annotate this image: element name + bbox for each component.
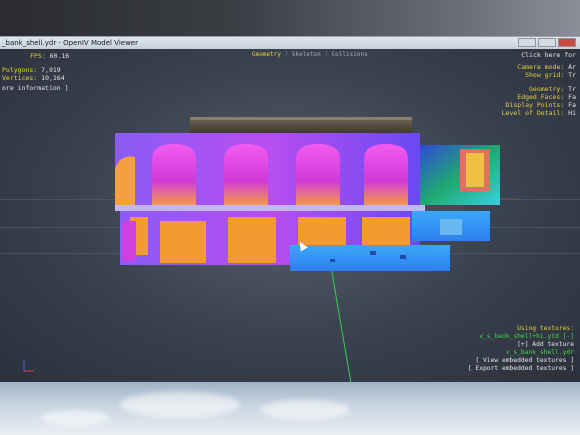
tab-geometry[interactable]: Geometry bbox=[252, 51, 281, 58]
textures-panel: Using textures: v_s_bank_shell+hi.ytd [-… bbox=[468, 325, 574, 373]
3d-viewport[interactable]: Geometry | Skeleton | Collisions FPS: 60… bbox=[0, 49, 580, 389]
axis-gizmo-icon bbox=[22, 359, 36, 375]
export-embedded-textures-button[interactable]: [ Export embedded textures ] bbox=[468, 365, 574, 373]
desktop-wallpaper bbox=[0, 382, 580, 435]
window-title: _bank_shell.ydr - OpenIV Model Viewer bbox=[2, 39, 138, 47]
fps-readout: FPS: 60.16 bbox=[30, 52, 70, 60]
minimize-button[interactable] bbox=[518, 38, 536, 47]
vertex-count: Vertices: 10,164 bbox=[2, 74, 65, 82]
display-points-setting: Display Points: Fa bbox=[505, 101, 576, 109]
monitor-bezel bbox=[0, 0, 580, 38]
camera-mode: Camera mode: Ar bbox=[517, 63, 576, 71]
texture-dictionary-item[interactable]: v_s_bank_shell+hi.ytd [-] bbox=[468, 333, 574, 341]
model-viewer-window: _bank_shell.ydr - OpenIV Model Viewer Ge… bbox=[0, 36, 580, 389]
level-of-detail-setting: Level of Detail: Hi bbox=[501, 109, 576, 117]
view-embedded-textures-button[interactable]: [ View embedded textures ] bbox=[468, 357, 574, 365]
tab-skeleton[interactable]: Skeleton bbox=[292, 51, 321, 58]
tab-collisions[interactable]: Collisions bbox=[332, 51, 368, 58]
add-texture-button[interactable]: [+] Add texture bbox=[468, 341, 574, 349]
polygon-count: Polygons: 7,919 bbox=[2, 66, 61, 74]
texture-source-item[interactable]: v_s_bank_shell.ydr bbox=[468, 349, 574, 357]
geometry-setting: Geometry: Tr bbox=[529, 85, 576, 93]
show-grid: Show grid: Tr bbox=[525, 71, 576, 79]
edged-faces-setting: Edged Faces: Fa bbox=[517, 93, 576, 101]
window-controls bbox=[518, 38, 576, 47]
close-button[interactable] bbox=[558, 38, 576, 47]
more-information-link[interactable]: ore information ] bbox=[2, 84, 69, 92]
help-hint[interactable]: Click here for bbox=[521, 51, 576, 59]
maximize-button[interactable] bbox=[538, 38, 556, 47]
title-bar: _bank_shell.ydr - OpenIV Model Viewer bbox=[0, 37, 580, 49]
view-tabs: Geometry | Skeleton | Collisions bbox=[252, 51, 368, 58]
textures-title: Using textures: bbox=[517, 325, 574, 332]
